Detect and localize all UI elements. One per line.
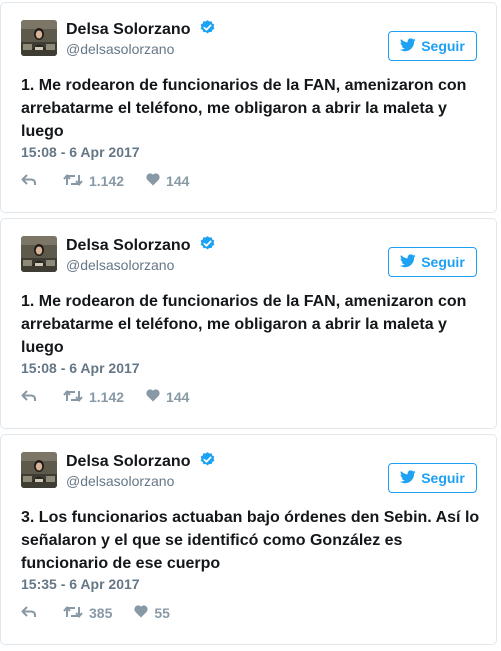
retweet-icon (63, 605, 83, 622)
like-count: 144 (166, 173, 190, 189)
like-count: 55 (154, 605, 170, 621)
tweet-text: 1. Me rodearon de funcionarios de la FAN… (21, 293, 467, 356)
like-button[interactable]: 144 (146, 389, 189, 405)
retweet-button[interactable]: 1.142 (63, 173, 124, 190)
follow-button[interactable]: Seguir (388, 463, 477, 493)
twitter-bird-icon (400, 37, 416, 55)
like-button[interactable]: 55 (134, 605, 170, 621)
tweet-card: Delsa Solorzano @delsasolorzano Seguir 1… (0, 218, 497, 429)
heart-icon (146, 389, 160, 405)
follow-label: Seguir (421, 38, 465, 54)
author-handle[interactable]: @delsasolorzano (66, 257, 174, 273)
tweet-card: Delsa Solorzano @delsasolorzano Seguir 3… (0, 434, 497, 645)
verified-badge-icon (199, 19, 216, 41)
author-name[interactable]: Delsa Solorzano (66, 237, 190, 254)
tweet-timestamp[interactable]: 15:35 - 6 Apr 2017 (21, 576, 140, 592)
tweet-actions: 1.142 144 (21, 171, 189, 191)
author-handle[interactable]: @delsasolorzano (66, 473, 174, 489)
reply-button[interactable] (21, 173, 37, 190)
retweet-button[interactable]: 1.142 (63, 389, 124, 406)
reply-icon (21, 389, 37, 406)
author-name[interactable]: Delsa Solorzano (66, 453, 190, 470)
tweet-actions: 1.142 144 (21, 387, 189, 407)
author-name-row[interactable]: Delsa Solorzano (66, 235, 216, 257)
retweet-button[interactable]: 385 (63, 605, 112, 622)
tweet-timestamp[interactable]: 15:08 - 6 Apr 2017 (21, 360, 140, 376)
reply-button[interactable] (21, 605, 37, 622)
twitter-bird-icon (400, 469, 416, 487)
author-handle[interactable]: @delsasolorzano (66, 41, 174, 57)
tweet-timestamp[interactable]: 15:08 - 6 Apr 2017 (21, 144, 140, 160)
like-button[interactable]: 144 (146, 173, 189, 189)
reply-icon (21, 173, 37, 190)
reply-icon (21, 605, 37, 622)
heart-icon (134, 605, 148, 621)
tweet-text: 1. Me rodearon de funcionarios de la FAN… (21, 77, 467, 140)
verified-badge-icon (199, 235, 216, 257)
retweet-count: 385 (89, 605, 113, 621)
twitter-bird-icon (400, 253, 416, 271)
retweet-icon (63, 173, 83, 190)
verified-badge-icon (199, 451, 216, 473)
avatar[interactable] (21, 452, 57, 488)
retweet-count: 1.142 (89, 389, 125, 405)
follow-label: Seguir (421, 254, 465, 270)
tweet-text: 3. Los funcionarios actuaban bajo órdene… (21, 509, 480, 572)
follow-label: Seguir (421, 470, 465, 486)
author-name-row[interactable]: Delsa Solorzano (66, 19, 216, 41)
avatar[interactable] (21, 236, 57, 272)
author-name-row[interactable]: Delsa Solorzano (66, 451, 216, 473)
like-count: 144 (166, 389, 190, 405)
tweet-actions: 385 55 (21, 603, 170, 623)
heart-icon (146, 173, 160, 189)
retweet-count: 1.142 (89, 173, 125, 189)
retweet-icon (63, 389, 83, 406)
author-name[interactable]: Delsa Solorzano (66, 21, 190, 38)
reply-button[interactable] (21, 389, 37, 406)
follow-button[interactable]: Seguir (388, 31, 477, 61)
avatar[interactable] (21, 20, 57, 56)
follow-button[interactable]: Seguir (388, 247, 477, 277)
tweet-card: Delsa Solorzano @delsasolorzano Seguir 1… (0, 2, 497, 213)
